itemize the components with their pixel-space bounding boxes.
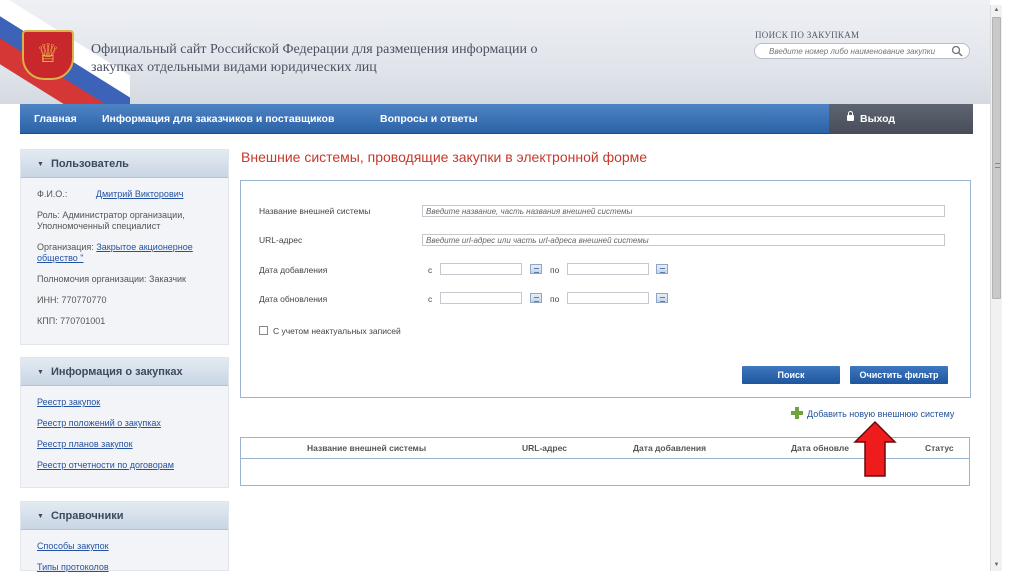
column-header-added[interactable]: Дата добавления xyxy=(633,443,706,453)
reference-links: Способы закупок Типы протоколов xyxy=(21,530,228,573)
nav-item-faq[interactable]: Вопросы и ответы xyxy=(380,104,478,134)
add-system-label: Добавить новую внешнюю систему xyxy=(807,409,955,419)
calendar-icon[interactable] xyxy=(656,264,668,274)
added-to-input[interactable] xyxy=(567,263,649,275)
updated-from-input[interactable] xyxy=(440,292,522,304)
purchases-panel: ▼ Информация о закупках Реестр закупок Ре… xyxy=(20,357,229,488)
inn-text: ИНН: 770770770 xyxy=(37,295,107,305)
search-icon[interactable] xyxy=(951,45,963,57)
kpp-text: КПП: 770701001 xyxy=(37,316,106,326)
search-label: ПОИСК ПО ЗАКУПКАМ xyxy=(755,30,860,40)
clear-filter-button[interactable]: Очистить фильтр xyxy=(850,366,948,384)
user-info: Ф.И.О.: Дмитрий Викторович Роль: Админис… xyxy=(21,178,228,327)
vertical-scrollbar[interactable]: ▲ ▼ xyxy=(990,5,1002,571)
purchases-panel-header[interactable]: ▼ Информация о закупках xyxy=(21,358,228,386)
scrollbar-thumb[interactable] xyxy=(992,17,1001,299)
logout-label: Выход xyxy=(860,113,896,125)
purchases-links: Реестр закупок Реестр положений о закупк… xyxy=(21,386,228,471)
added-date-label: Дата добавления xyxy=(259,265,328,275)
nav-item-info[interactable]: Информация для заказчиков и поставщиков xyxy=(102,104,334,134)
org-label: Организация: xyxy=(37,242,94,252)
main-nav: Главная Информация для заказчиков и пост… xyxy=(20,104,973,134)
name-input[interactable] xyxy=(422,205,945,217)
purchases-panel-title: Информация о закупках xyxy=(50,366,183,378)
user-panel-header[interactable]: ▼ Пользователь xyxy=(21,150,228,178)
user-panel-title: Пользователь xyxy=(50,158,129,170)
fio-value[interactable]: Дмитрий Викторович xyxy=(96,189,184,199)
updated-to-input[interactable] xyxy=(567,292,649,304)
sidebar-link-purchase-methods[interactable]: Способы закупок xyxy=(37,541,228,552)
authority-text: Полномочия организации: Заказчик xyxy=(37,274,186,284)
column-header-name[interactable]: Название внешней системы xyxy=(307,443,426,453)
calendar-icon[interactable] xyxy=(530,264,542,274)
reference-panel: ▼ Справочники Способы закупок Типы проток… xyxy=(20,501,229,573)
page: ♕ Официальный сайт Российской Федерации … xyxy=(0,0,1011,579)
name-label: Название внешней системы xyxy=(259,206,371,216)
logout-button[interactable]: Выход xyxy=(829,104,973,134)
collapse-icon: ▼ xyxy=(37,369,44,376)
reference-panel-title: Справочники xyxy=(50,510,124,522)
role-text: Роль: Администратор организации, Уполном… xyxy=(37,210,185,231)
red-arrow-annotation xyxy=(853,420,897,477)
url-label: URL-адрес xyxy=(259,235,303,245)
scroll-up-icon[interactable]: ▲ xyxy=(991,5,1002,16)
fio-label: Ф.И.О.: xyxy=(37,189,68,199)
add-system-link[interactable]: Добавить новую внешнюю систему xyxy=(791,405,954,419)
sidebar-link-plans-registry[interactable]: Реестр планов закупок xyxy=(37,439,228,450)
column-header-status[interactable]: Статус xyxy=(925,443,954,453)
page-title: Внешние системы, проводящие закупки в эл… xyxy=(241,149,648,165)
user-panel: ▼ Пользователь Ф.И.О.: Дмитрий Викторович… xyxy=(20,149,229,345)
sidebar-link-reports-registry[interactable]: Реестр отчетности по договорам xyxy=(37,460,228,471)
sidebar-link-protocol-types[interactable]: Типы протоколов xyxy=(37,562,228,573)
calendar-icon[interactable] xyxy=(656,293,668,303)
scroll-down-icon[interactable]: ▼ xyxy=(991,560,1002,571)
added-to-label: по xyxy=(550,265,560,275)
filter-form: Название внешней системы URL-адрес Дата … xyxy=(240,180,971,398)
updated-from-label: с xyxy=(428,294,433,304)
search-input[interactable] xyxy=(769,44,959,58)
site-header: ♕ Официальный сайт Российской Федерации … xyxy=(0,0,990,104)
reference-panel-header[interactable]: ▼ Справочники xyxy=(21,502,228,530)
plus-icon xyxy=(791,407,803,419)
added-from-input[interactable] xyxy=(440,263,522,275)
calendar-icon[interactable] xyxy=(530,293,542,303)
collapse-icon: ▼ xyxy=(37,161,44,168)
coat-of-arms-logo[interactable]: ♕ xyxy=(22,30,74,80)
grip-icon xyxy=(995,163,1000,168)
lock-icon xyxy=(847,111,854,121)
updated-to-label: по xyxy=(550,294,560,304)
added-from-label: с xyxy=(428,265,433,275)
inactive-records-label: С учетом неактуальных записей xyxy=(273,326,401,336)
updated-date-label: Дата обновления xyxy=(259,294,328,304)
sidebar-link-purchase-registry[interactable]: Реестр закупок xyxy=(37,397,228,408)
column-header-url[interactable]: URL-адрес xyxy=(522,443,567,453)
sidebar-link-regulations-registry[interactable]: Реестр положений о закупках xyxy=(37,418,228,429)
column-header-updated[interactable]: Дата обновле xyxy=(791,443,849,453)
search-box xyxy=(754,43,970,59)
site-title: Официальный сайт Российской Федерации дл… xyxy=(91,42,538,75)
url-input[interactable] xyxy=(422,234,945,246)
inactive-records-checkbox[interactable] xyxy=(259,326,268,335)
search-button[interactable]: Поиск xyxy=(742,366,840,384)
collapse-icon: ▼ xyxy=(37,513,44,520)
nav-item-home[interactable]: Главная xyxy=(34,104,77,134)
